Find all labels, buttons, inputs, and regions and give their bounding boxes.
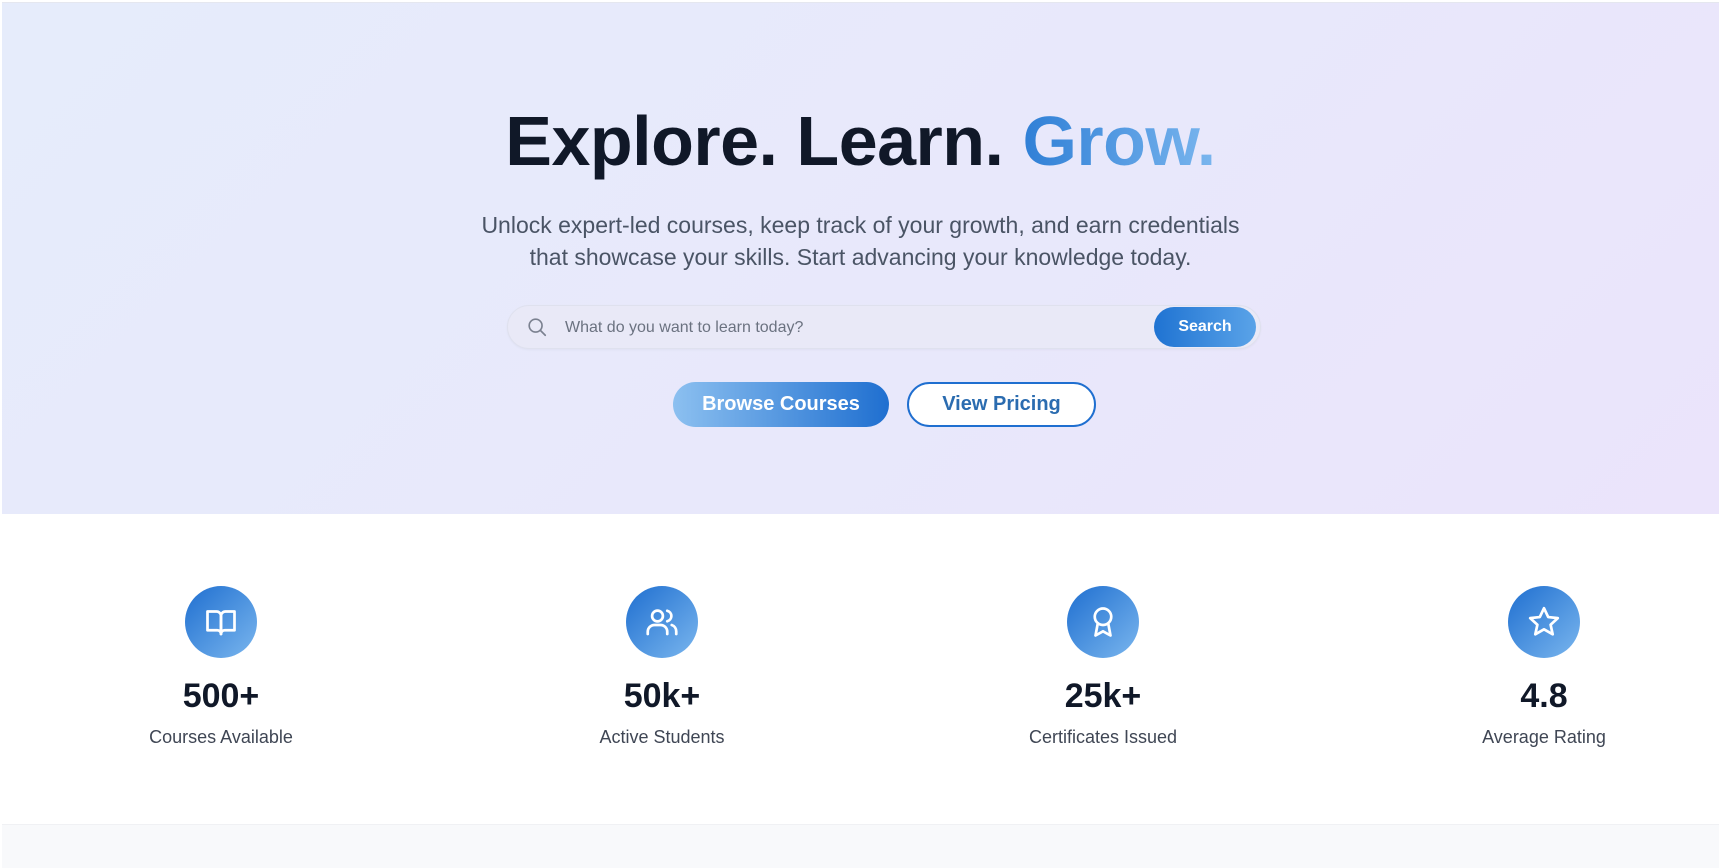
next-section-edge xyxy=(2,824,1719,868)
stat-label: Active Students xyxy=(599,727,725,747)
stat-rating: 4.8 Average Rating xyxy=(1414,586,1674,748)
hero-title-accent: Grow. xyxy=(1022,102,1216,180)
search-icon xyxy=(526,316,548,338)
stat-value: 500+ xyxy=(182,677,260,715)
stat-value: 4.8 xyxy=(1520,677,1568,715)
hero-section: Explore. Learn. Grow. Unlock expert-led … xyxy=(2,2,1719,515)
view-pricing-button[interactable]: View Pricing xyxy=(907,382,1096,427)
stat-value: 25k+ xyxy=(1064,677,1142,715)
users-icon xyxy=(626,586,698,658)
search-bar: Search xyxy=(507,305,1261,349)
stat-students: 50k+ Active Students xyxy=(532,586,792,748)
stat-courses: 500+ Courses Available xyxy=(91,586,351,748)
hero-subtitle: Unlock expert-led courses, keep track of… xyxy=(2,209,1719,273)
stat-label: Courses Available xyxy=(149,727,293,747)
stat-value: 50k+ xyxy=(623,677,701,715)
hero-title-main: Explore. Learn. xyxy=(505,102,1004,180)
hero-subtitle-line-1: Unlock expert-led courses, keep track of… xyxy=(481,212,1240,238)
search-button[interactable]: Search xyxy=(1154,307,1256,347)
book-open-icon xyxy=(185,586,257,658)
hero-subtitle-line-2: that showcase your skills. Start advanci… xyxy=(529,244,1192,270)
stat-label: Average Rating xyxy=(1482,727,1606,747)
stat-label: Certificates Issued xyxy=(1028,727,1178,747)
search-input[interactable] xyxy=(563,312,1127,344)
star-icon xyxy=(1508,586,1580,658)
browse-courses-button[interactable]: Browse Courses xyxy=(673,382,889,427)
award-icon xyxy=(1067,586,1139,658)
stats-section: 500+ Courses Available 50k+ Active Stude… xyxy=(0,514,1719,824)
stat-certificates: 25k+ Certificates Issued xyxy=(973,586,1233,748)
page: Explore. Learn. Grow. Unlock expert-led … xyxy=(0,0,1719,868)
hero-title: Explore. Learn. Grow. xyxy=(2,99,1719,183)
